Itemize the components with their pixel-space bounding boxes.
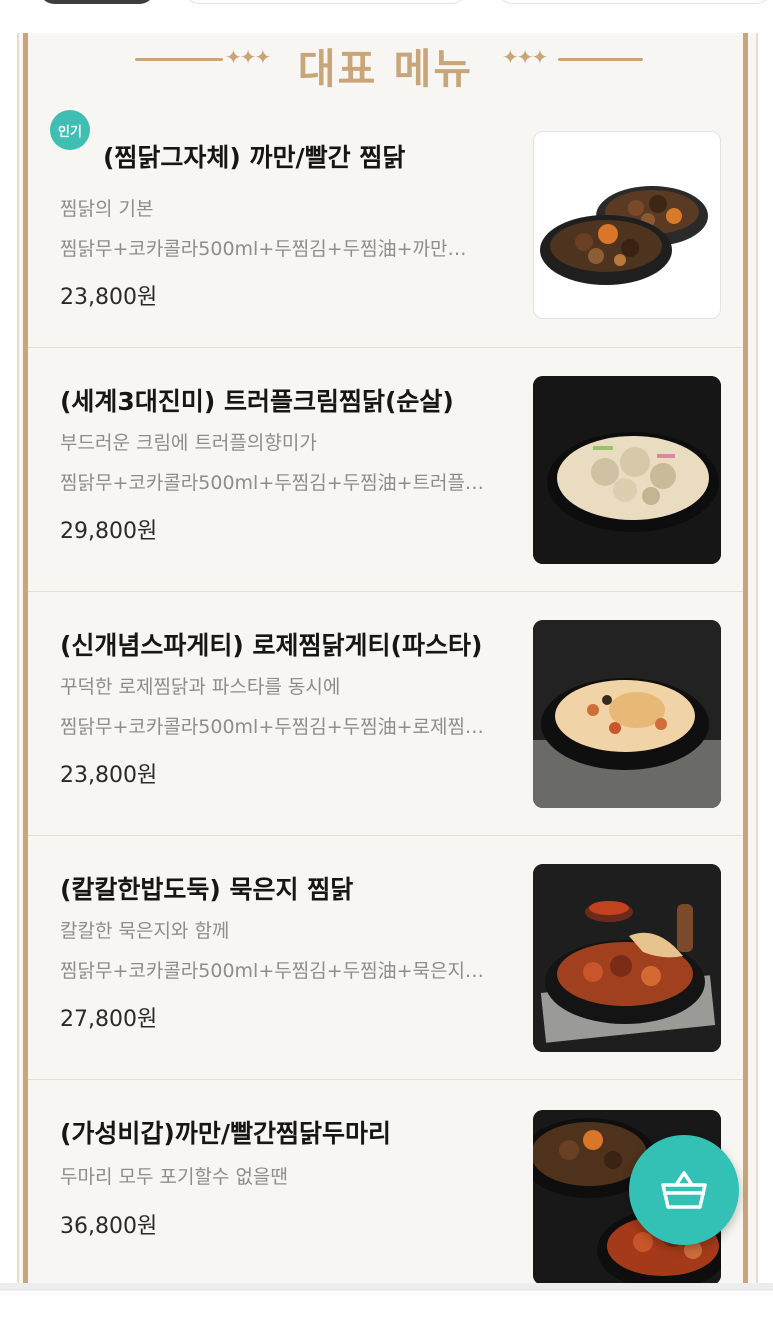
menu-item-photo	[533, 620, 721, 808]
tab-category[interactable]	[496, 0, 773, 4]
cart-button[interactable]	[629, 1135, 739, 1245]
menu-item-title: (가성비갑)까만/빨간찜닭두마리	[60, 1119, 391, 1148]
panel-border-right	[743, 33, 748, 1291]
menu-item-description: 꾸덕한 로제찜닭과 파스타를 동시에	[60, 676, 341, 698]
menu-item[interactable]: 인기 (찜닭그자체) 까만/빨간 찜닭 찜닭의 기본 찜닭무+코카콜라500ml…	[28, 104, 743, 348]
menu-item-composition: 찜닭무+코카콜라500ml+두찜김+두찜油+까만…	[60, 238, 467, 260]
shopping-basket-icon	[661, 1171, 707, 1209]
menu-item-description: 찜닭의 기본	[60, 198, 154, 220]
tab-category-active[interactable]	[38, 0, 156, 4]
menu-item[interactable]: (칼칼한밥도둑) 묵은지 찜닭 칼칼한 묵은지와 함께 찜닭무+코카콜라500m…	[28, 836, 743, 1080]
diamonds-right-icon: ✦✦✦	[502, 45, 548, 69]
menu-item-photo	[533, 131, 721, 319]
menu-item-description: 두마리 모두 포기할수 없을땐	[60, 1166, 288, 1188]
menu-item-title: (세계3대진미) 트러플크림찜닭(순살)	[60, 387, 454, 416]
menu-item-title: (신개념스파게티) 로제찜닭게티(파스타)	[60, 631, 483, 660]
menu-item-price: 23,800원	[60, 285, 158, 310]
menu-item-description: 칼칼한 묵은지와 함께	[60, 920, 230, 942]
menu-item-price: 23,800원	[60, 763, 158, 788]
menu-item-photo	[533, 376, 721, 564]
menu-item-composition: 찜닭무+코카콜라500ml+두찜김+두찜油+묵은지…	[60, 960, 484, 982]
menu-item-photo	[533, 864, 721, 1052]
menu-item-price: 27,800원	[60, 1007, 158, 1032]
menu-item-composition: 찜닭무+코카콜라500ml+두찜김+두찜油+트러플…	[60, 472, 484, 494]
menu-item-title: (칼칼한밥도둑) 묵은지 찜닭	[60, 875, 354, 904]
menu-item[interactable]: (세계3대진미) 트러플크림찜닭(순살) 부드러운 크림에 트러플의향미가 찜닭…	[28, 348, 743, 592]
menu-item-title: (찜닭그자체) 까만/빨간 찜닭	[103, 143, 406, 172]
bottom-bar	[0, 1283, 773, 1291]
menu-item-price: 36,800원	[60, 1214, 158, 1239]
category-tabs	[0, 0, 773, 30]
menu-item-price: 29,800원	[60, 519, 158, 544]
menu-item-description: 부드러운 크림에 트러플의향미가	[60, 432, 317, 454]
header-line-right	[558, 58, 643, 61]
menu-item[interactable]: (신개념스파게티) 로제찜닭게티(파스타) 꾸덕한 로제찜닭과 파스타를 동시에…	[28, 592, 743, 836]
menu-item-composition: 찜닭무+코카콜라500ml+두찜김+두찜油+로제찜…	[60, 716, 484, 738]
tab-category[interactable]	[183, 0, 468, 4]
section-header: ✦✦✦ 대표 메뉴 ✦✦✦	[23, 33, 748, 93]
section-title: 대표 메뉴	[297, 45, 474, 93]
popular-badge: 인기	[50, 110, 90, 150]
